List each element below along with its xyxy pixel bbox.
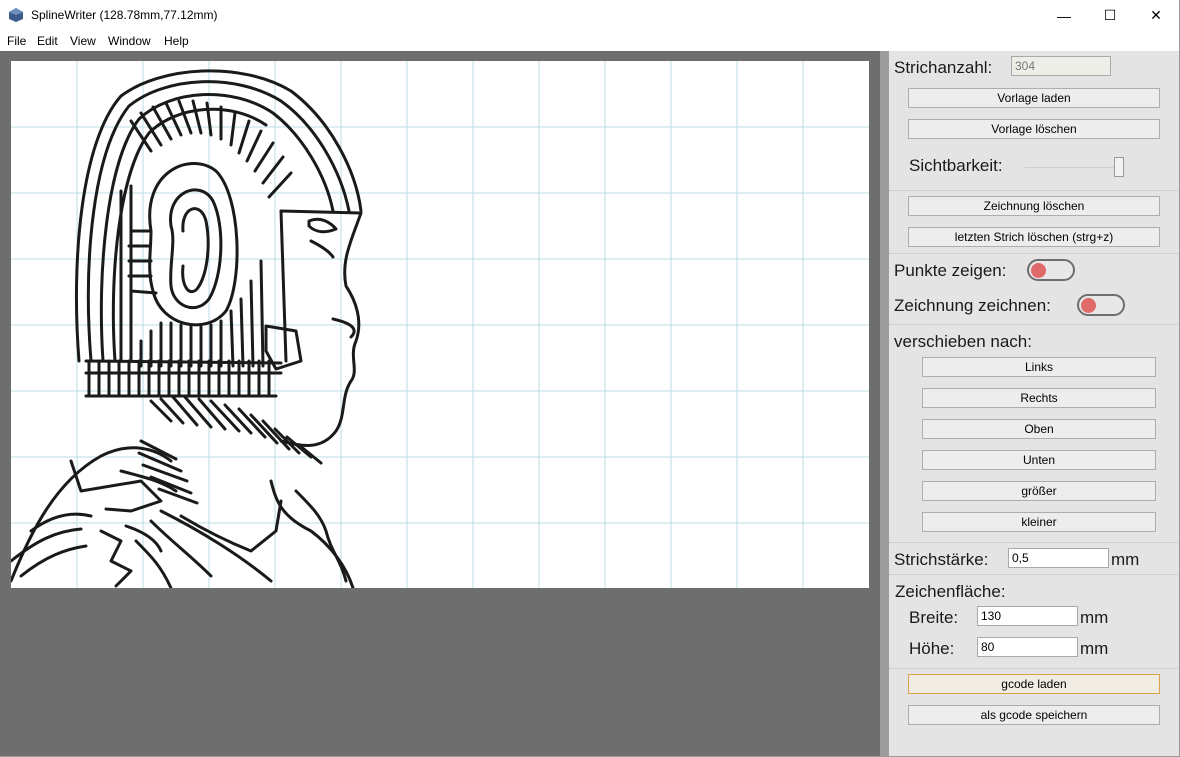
divider <box>889 324 1179 325</box>
save-gcode-button[interactable]: als gcode speichern <box>908 705 1160 725</box>
move-down-button[interactable]: Unten <box>922 450 1156 470</box>
divider <box>889 574 1179 575</box>
load-gcode-button[interactable]: gcode laden <box>908 674 1160 694</box>
divider <box>889 542 1179 543</box>
width-input[interactable]: 130 <box>977 606 1078 626</box>
visibility-slider-thumb[interactable] <box>1114 157 1124 177</box>
menu-edit[interactable]: Edit <box>37 34 58 48</box>
drawing-svg <box>11 61 869 588</box>
stroke-count-field: 304 <box>1011 56 1111 76</box>
height-unit: mm <box>1080 639 1109 658</box>
draw-drawing-label: Zeichnung zeichnen: <box>894 296 1051 315</box>
smaller-button[interactable]: kleiner <box>922 512 1156 532</box>
menu-bar: File Edit View Window Help <box>0 31 1180 51</box>
delete-template-button[interactable]: Vorlage löschen <box>908 119 1160 139</box>
title-bar: SplineWriter (128.78mm,77.12mm) — ☐ ✕ <box>0 0 1180 31</box>
visibility-label: Sichtbarkeit: <box>909 156 1003 175</box>
divider <box>889 253 1179 254</box>
load-template-button[interactable]: Vorlage laden <box>908 88 1160 108</box>
toggle-knob <box>1031 263 1046 278</box>
bigger-button[interactable]: größer <box>922 481 1156 501</box>
menu-help[interactable]: Help <box>164 34 189 48</box>
draw-drawing-toggle[interactable] <box>1077 294 1125 316</box>
stroke-width-label: Strichstärke: <box>894 550 989 569</box>
stroke-width-unit: mm <box>1111 550 1140 569</box>
stroke-width-input[interactable]: 0,5 <box>1008 548 1109 568</box>
height-input[interactable]: 80 <box>977 637 1078 657</box>
window-title: SplineWriter (128.78mm,77.12mm) <box>31 8 218 22</box>
width-unit: mm <box>1080 608 1109 627</box>
portrait-sketch <box>11 69 363 588</box>
menu-view[interactable]: View <box>70 34 96 48</box>
toggle-knob <box>1081 298 1096 313</box>
panel-splitter[interactable] <box>880 51 889 757</box>
minimize-button[interactable]: — <box>1041 0 1087 31</box>
height-label: Höhe: <box>909 639 955 658</box>
maximize-button[interactable]: ☐ <box>1087 0 1133 31</box>
show-points-toggle[interactable] <box>1027 259 1075 281</box>
move-up-button[interactable]: Oben <box>922 419 1156 439</box>
menu-file[interactable]: File <box>7 34 26 48</box>
move-to-label: verschieben nach: <box>894 332 1032 351</box>
canvas-size-label: Zeichenfläche: <box>895 582 1006 601</box>
visibility-slider-track[interactable] <box>1025 167 1122 168</box>
divider <box>889 668 1179 669</box>
stroke-count-label: Strichanzahl: <box>894 58 993 77</box>
menu-window[interactable]: Window <box>108 34 151 48</box>
clear-drawing-button[interactable]: Zeichnung löschen <box>908 196 1160 216</box>
undo-stroke-button[interactable]: letzten Strich löschen (strg+z) <box>908 227 1160 247</box>
move-left-button[interactable]: Links <box>922 357 1156 377</box>
app-icon <box>9 8 23 22</box>
close-button[interactable]: ✕ <box>1133 0 1179 31</box>
drawing-canvas[interactable] <box>11 61 869 588</box>
divider <box>889 190 1179 191</box>
width-label: Breite: <box>909 608 959 627</box>
show-points-label: Punkte zeigen: <box>894 261 1007 280</box>
move-right-button[interactable]: Rechts <box>922 388 1156 408</box>
